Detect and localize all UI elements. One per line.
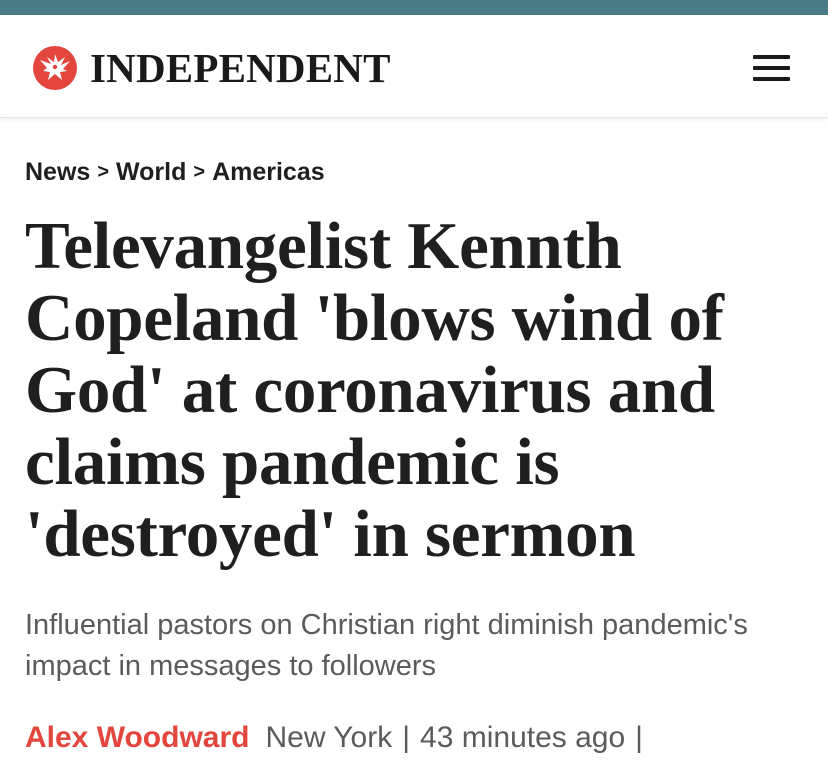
hamburger-menu-icon (753, 55, 790, 59)
breadcrumb-separator: > (97, 161, 109, 183)
author-link[interactable]: Alex Woodward (25, 718, 249, 758)
byline-timestamp: 43 minutes ago (420, 721, 626, 754)
byline-divider-trailing: | (635, 721, 643, 754)
hamburger-menu-button[interactable] (750, 53, 794, 83)
article-headline: Televangelist Kennth Copeland 'blows win… (25, 209, 724, 571)
byline-divider: | (402, 721, 411, 754)
site-header: INDEPENDENT (0, 15, 828, 118)
top-accent-strip (0, 0, 828, 15)
byline-location: New York (265, 721, 393, 754)
breadcrumb-world[interactable]: World (116, 158, 186, 187)
article-standfirst: Influential pastors on Christian right d… (25, 609, 748, 682)
breadcrumb-separator: > (193, 161, 206, 183)
article-byline: Alex Woodward New York | 43 minutes ago … (25, 718, 653, 758)
site-logo[interactable]: INDEPENDENT (32, 45, 391, 91)
eagle-icon (33, 46, 77, 90)
breadcrumb-americas[interactable]: Americas (212, 158, 325, 187)
breadcrumb-news[interactable]: News (25, 158, 90, 187)
logo-wordmark: INDEPENDENT (90, 45, 391, 91)
breadcrumb: News > World > Americas (25, 158, 325, 187)
